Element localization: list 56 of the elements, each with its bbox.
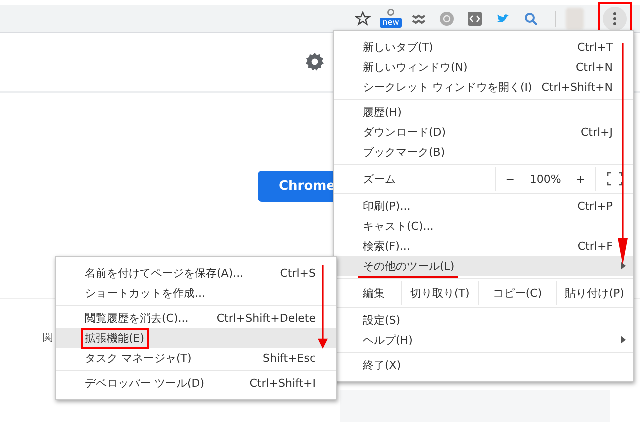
edit-button[interactable]: コピー(C) (478, 281, 556, 305)
menu-item[interactable]: ヘルプ(H) (334, 330, 633, 350)
item-label: 終了(X) (363, 358, 402, 372)
item-label: ブックマーク(B) (363, 146, 446, 158)
shortcut-label: Ctrl+N (576, 60, 613, 74)
menu-item[interactable]: 設定(S) (334, 310, 633, 330)
menu-item[interactable]: ダウンロード(D) Ctrl+J (334, 122, 633, 142)
item-label: 名前を付けてページを保存(A)... (85, 266, 244, 280)
shortcut-label: Ctrl+S (280, 266, 316, 280)
menu-item[interactable]: 検索(F)... Ctrl+F (334, 236, 633, 256)
item-label: ズーム (363, 172, 397, 186)
shortcut-label: Ctrl+P (578, 200, 613, 212)
menu-item[interactable]: シークレット ウィンドウを開く(I) Ctrl+Shift+N (334, 77, 633, 97)
shortcut-label: Shift+Esc (263, 352, 316, 364)
zoom-value: 100% (528, 172, 562, 186)
edit-button[interactable]: 貼り付け(P) (556, 281, 633, 305)
item-label: ダウンロード(D) (363, 126, 446, 138)
edit-button[interactable]: 切り取り(T) (401, 281, 478, 305)
menu-item[interactable]: 履歴(H) (334, 102, 633, 122)
menu-item[interactable]: デベロッパー ツール(D) Ctrl+Shift+I (56, 373, 336, 393)
item-label: 編集 (363, 286, 386, 300)
menu-item[interactable]: 名前を付けてページを保存(A)... Ctrl+S (56, 263, 336, 283)
item-label: デベロッパー ツール(D) (85, 376, 205, 390)
menu-item[interactable]: 新しいウィンドウ(N) Ctrl+N (334, 57, 633, 77)
zoom-in-button[interactable]: + (566, 172, 596, 186)
item-label: その他のツール(L) (363, 260, 455, 272)
item-label: 新しいタブ(T) (363, 40, 434, 54)
zoom-out-button[interactable]: − (496, 172, 525, 186)
menu-item[interactable]: 新しいタブ(T) Ctrl+T (334, 37, 633, 57)
item-label: タスク マネージャ(T) (85, 352, 192, 364)
item-label: 閲覧履歴を消去(C)... (85, 312, 189, 324)
item-label: シークレット ウィンドウを開く(I) (363, 80, 532, 94)
menu-item[interactable]: キャスト(C)... (334, 216, 633, 236)
menu-item[interactable]: 閲覧履歴を消去(C)... Ctrl+Shift+Delete (56, 308, 336, 328)
shortcut-label: Ctrl+J (580, 126, 613, 138)
shortcut-label: Ctrl+F (578, 240, 613, 252)
item-label: ショートカットを作成... (85, 286, 206, 300)
shortcut-label: Ctrl+Shift+Delete (216, 312, 316, 324)
menu-item[interactable]: タスク マネージャ(T) Shift+Esc (56, 348, 336, 368)
item-label: 設定(S) (363, 314, 401, 326)
item-label: 新しいウィンドウ(N) (363, 60, 468, 74)
item-label: キャスト(C)... (363, 220, 434, 232)
shortcut-label: Ctrl+Shift+I (250, 376, 316, 390)
shortcut-label: Ctrl+Shift+N (542, 80, 613, 94)
menu-item[interactable]: その他のツール(L) (334, 256, 633, 276)
menu-item[interactable]: ブックマーク(B) (334, 142, 633, 162)
item-label: ヘルプ(H) (363, 334, 413, 346)
page-text: 関 (43, 332, 53, 345)
new-badge: new (380, 18, 402, 28)
menu-item[interactable]: 終了(X) (334, 355, 633, 375)
menu-item[interactable]: ショートカットを作成... (56, 283, 336, 303)
item-label: 印刷(P)... (363, 200, 411, 212)
item-label: 履歴(H) (363, 106, 402, 118)
shortcut-label: Ctrl+T (577, 40, 613, 54)
item-label: 検索(F)... (363, 240, 410, 252)
menu-item[interactable]: 拡張機能(E) (56, 328, 336, 348)
